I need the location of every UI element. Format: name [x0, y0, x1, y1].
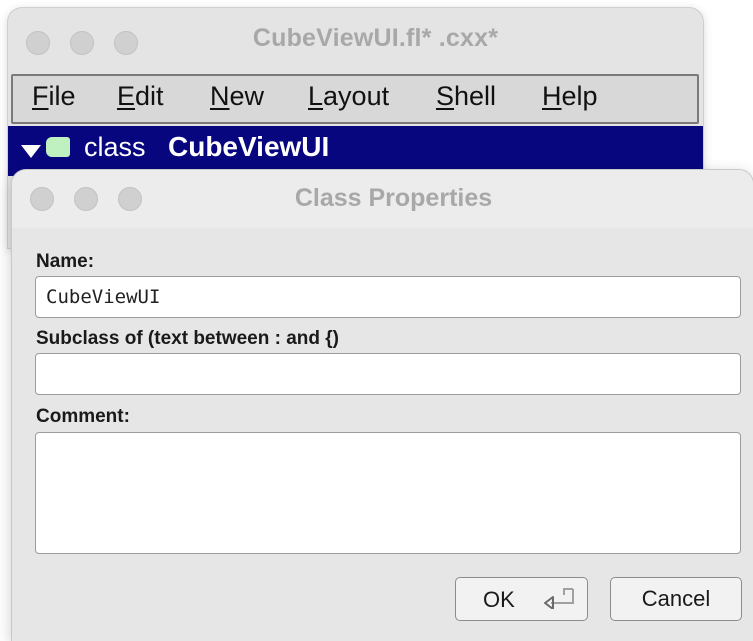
menu-edit-label: dit [135, 81, 164, 111]
menu-edit[interactable]: Edit [117, 81, 164, 112]
menu-help-label: elp [561, 81, 598, 111]
menu-edit-mnemonic: E [117, 81, 136, 111]
name-label: Name: [36, 251, 95, 272]
menu-layout-label: ayout [323, 81, 390, 111]
menu-new[interactable]: New [210, 81, 264, 112]
menu-file-mnemonic: F [32, 81, 49, 111]
menu-shell-mnemonic: S [436, 81, 455, 111]
menu-new-label: ew [229, 81, 265, 111]
main-titlebar[interactable]: CubeViewUI.fl* .cxx* [8, 8, 703, 74]
menu-shell-label: hell [454, 81, 497, 111]
dialog-titlebar[interactable]: Class Properties [12, 170, 753, 228]
menu-help[interactable]: Help [542, 81, 598, 112]
menu-bar: File Edit New Layout Shell Help [11, 74, 699, 124]
main-window-title: CubeViewUI.fl* .cxx* [252, 24, 499, 52]
class-icon [46, 137, 70, 157]
tree-row-kind: class [84, 132, 146, 162]
name-input[interactable] [35, 276, 741, 318]
tree-row-name: CubeViewUI [168, 131, 330, 162]
menu-new-mnemonic: N [210, 81, 230, 111]
menu-shell[interactable]: Shell [436, 81, 496, 112]
class-properties-dialog: Class Properties Name: Subclass of (text… [12, 170, 753, 641]
cancel-button[interactable]: Cancel [610, 577, 742, 621]
menu-layout-mnemonic: L [308, 81, 324, 111]
return-icon [544, 588, 574, 609]
menu-file-label: ile [48, 81, 76, 111]
tree-row-class-cubeviewui[interactable]: class CubeViewUI [8, 126, 703, 176]
menu-layout[interactable]: Layout [308, 81, 389, 112]
subclass-input[interactable] [35, 353, 741, 395]
dialog-title: Class Properties [294, 184, 493, 212]
menu-file[interactable]: File [32, 81, 76, 112]
ok-button[interactable]: OK [455, 577, 588, 621]
subclass-label: Subclass of (text between : and {) [36, 328, 339, 349]
menu-help-mnemonic: H [542, 81, 562, 111]
ok-button-label: OK [483, 587, 515, 612]
comment-textarea[interactable] [35, 432, 741, 554]
disclosure-triangle-icon[interactable] [21, 145, 41, 158]
comment-label: Comment: [36, 406, 130, 427]
